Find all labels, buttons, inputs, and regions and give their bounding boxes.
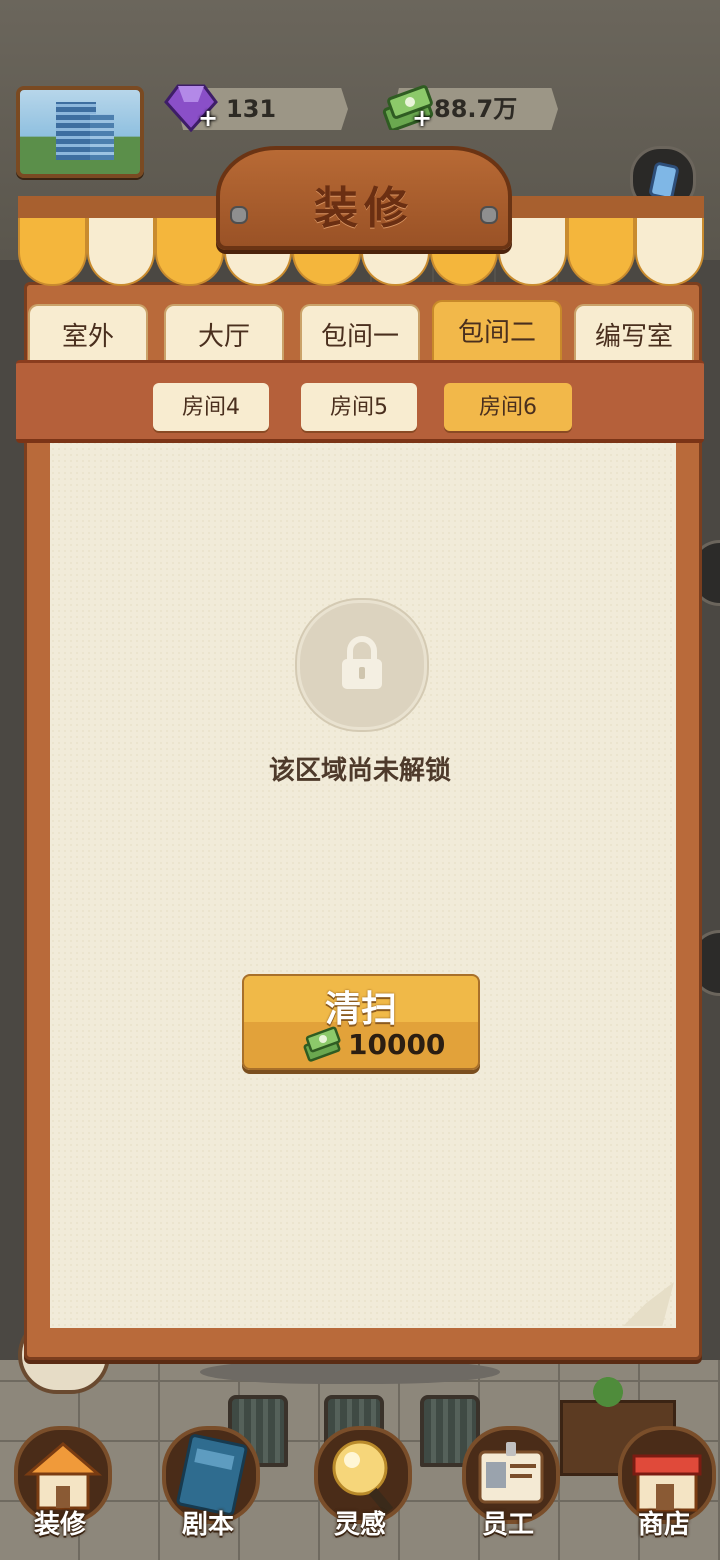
clean-button-label: 清扫 — [324, 989, 397, 1030]
room-subtabs-bar: 房间4 房间5 房间6 — [16, 360, 704, 443]
bottom-nav: 装修 剧本 灵感 员工 商店 — [0, 1400, 720, 1560]
tab-outdoor[interactable]: 室外 — [28, 304, 148, 364]
add-gems-icon[interactable]: + — [198, 104, 218, 132]
subtab-room-4[interactable]: 房间4 — [153, 383, 269, 431]
title-sign: 装修 — [216, 146, 512, 250]
add-cash-icon[interactable]: + — [412, 104, 432, 132]
nav-staff[interactable]: 员工 — [448, 1400, 568, 1550]
clean-button[interactable]: 清扫 10000 — [242, 974, 480, 1070]
content-paper — [50, 440, 676, 1328]
gem-count: 131 — [226, 95, 277, 123]
room-category-tabs: 室外 大厅 包间一 包间二 编写室 — [28, 300, 694, 364]
nav-label: 商店 — [637, 1510, 690, 1540]
nav-inspiration[interactable]: 灵感 — [300, 1400, 420, 1550]
nav-label: 装修 — [33, 1510, 86, 1540]
nav-label: 剧本 — [181, 1510, 234, 1540]
tab-lobby[interactable]: 大厅 — [164, 304, 284, 364]
lock-badge — [297, 600, 427, 730]
nav-decorate[interactable]: 装修 — [0, 1400, 120, 1550]
locked-message: 该区域尚未解锁 — [268, 756, 451, 786]
nav-shop[interactable]: 商店 — [604, 1400, 720, 1550]
tab-writing-room[interactable]: 编写室 — [574, 304, 694, 364]
cash-count: 88.7万 — [434, 95, 518, 123]
scene-table — [200, 1360, 500, 1384]
page-title: 装修 — [314, 183, 414, 234]
lock-icon — [342, 636, 382, 689]
building-image — [90, 114, 114, 160]
subtab-room-5[interactable]: 房间5 — [301, 383, 417, 431]
clean-cost: 10000 — [348, 1028, 446, 1061]
nav-label: 灵感 — [333, 1510, 386, 1540]
city-avatar[interactable] — [16, 86, 144, 178]
cash-stack-icon — [303, 1026, 341, 1062]
tab-private-room-2[interactable]: 包间二 — [432, 300, 562, 364]
nav-label: 员工 — [481, 1510, 534, 1540]
subtab-room-6[interactable]: 房间6 — [444, 383, 572, 431]
nav-script[interactable]: 剧本 — [148, 1400, 268, 1550]
tab-private-room-1[interactable]: 包间一 — [300, 304, 420, 364]
